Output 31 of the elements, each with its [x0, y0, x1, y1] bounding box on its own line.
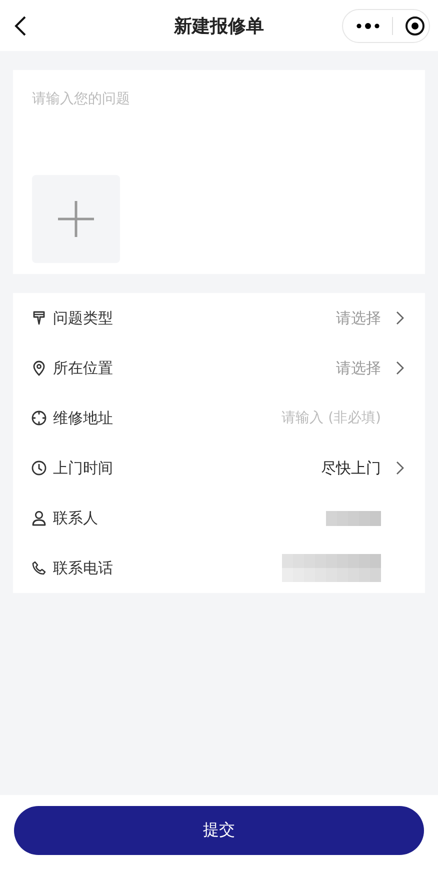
form-row[interactable]: 维修地址 请输入 (非必填) — [13, 393, 425, 443]
address-input[interactable]: 请输入 (非必填) — [201, 410, 381, 426]
chevron-right-icon — [395, 461, 405, 475]
clock-icon — [31, 460, 47, 476]
field-label: 所在位置 — [53, 358, 113, 378]
field-label: 上门时间 — [53, 458, 113, 478]
form-row[interactable]: 联系人 — [13, 493, 425, 543]
brush-icon — [31, 310, 47, 326]
form-row[interactable]: 上门时间 尽快上门 — [13, 443, 425, 493]
submit-button[interactable]: 提交 — [14, 806, 424, 855]
location-pin-icon — [31, 360, 47, 376]
field-label: 联系电话 — [53, 558, 113, 578]
phone-icon — [31, 560, 47, 576]
form-row[interactable]: 问题类型 请选择 — [13, 293, 425, 343]
blurred-value — [326, 510, 381, 526]
plus-icon — [57, 200, 95, 238]
crosshair-icon — [31, 410, 47, 426]
field-placeholder: 请选择 — [336, 358, 381, 378]
field-value: 尽快上门 — [321, 458, 381, 478]
problem-input[interactable]: 请输入您的问题 — [32, 90, 406, 130]
more-icon[interactable] — [356, 22, 380, 30]
chevron-right-icon — [395, 311, 405, 325]
field-label: 问题类型 — [53, 308, 113, 328]
field-placeholder: 请选择 — [336, 308, 381, 328]
field-label: 维修地址 — [53, 408, 113, 428]
page-title: 新建报修单 — [174, 14, 264, 38]
field-label: 联系人 — [53, 508, 98, 528]
chevron-right-icon — [395, 361, 405, 375]
form-row[interactable]: 联系电话 — [13, 543, 425, 593]
form-row[interactable]: 所在位置 请选择 — [13, 343, 425, 393]
person-icon — [31, 510, 47, 526]
